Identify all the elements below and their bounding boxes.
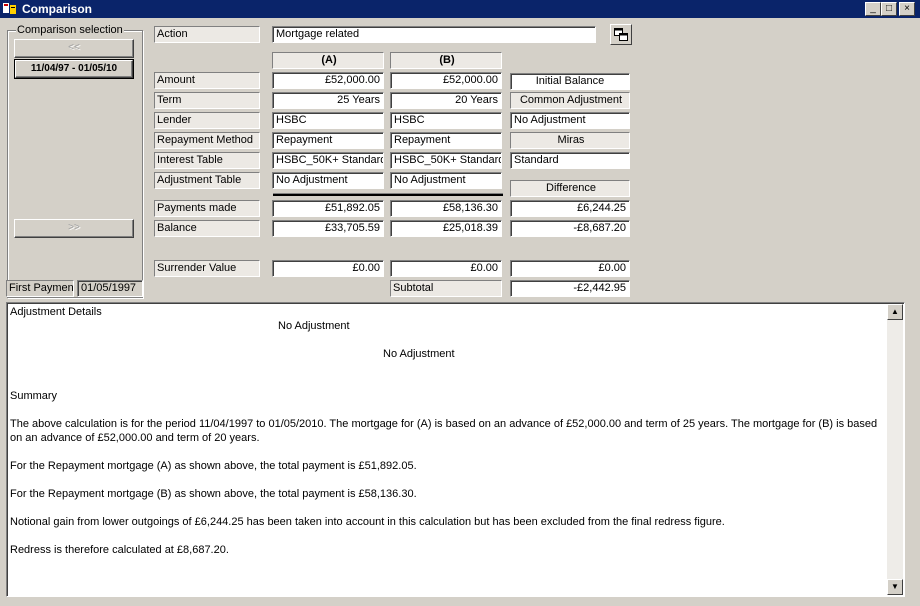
scroll-down-arrow-icon[interactable]: ▼ (887, 579, 903, 595)
initial-balance-field[interactable]: Initial Balance (510, 73, 630, 90)
memo-paragraph-period: The above calculation is for the period … (10, 418, 878, 444)
interest-table-label: Interest Table (154, 152, 260, 169)
difference-label: Difference (510, 180, 630, 197)
action-picker-button[interactable] (610, 24, 632, 45)
copy-windows-icon (614, 28, 628, 44)
memo-paragraph-redress: Redress is therefore calculated at £8,68… (10, 544, 229, 556)
balance-label: Balance (154, 220, 260, 237)
column-a-header: (A) (272, 52, 384, 69)
scroll-up-arrow-icon[interactable]: ▲ (887, 304, 903, 320)
action-field[interactable]: Mortgage related (272, 26, 596, 43)
common-adjustment-field[interactable]: No Adjustment (510, 112, 630, 129)
memo-paragraph-a: For the Repayment mortgage (A) as shown … (10, 460, 417, 472)
adjustment-table-a-field[interactable]: No Adjustment (272, 172, 384, 189)
first-payment-field: 01/05/1997 (77, 280, 143, 297)
payments-made-b-field: £58,136.30 (390, 200, 502, 217)
memo-adjustment-b: No Adjustment (383, 348, 455, 360)
amount-b-field[interactable]: £52,000.00 (390, 72, 502, 89)
subtotal-field: -£2,442.95 (510, 280, 630, 297)
minimize-button[interactable]: _ (865, 2, 881, 16)
comparison-app-icon (3, 2, 17, 15)
balance-b-field: £25,018.39 (390, 220, 502, 237)
surrender-value-b-field[interactable]: £0.00 (390, 260, 502, 277)
memo-paragraph-gain: Notional gain from lower outgoings of £6… (10, 516, 725, 528)
memo-summary-heading: Summary (10, 390, 58, 402)
term-label: Term (154, 92, 260, 109)
comparison-selection-legend: Comparison selection (16, 24, 124, 36)
window-title: Comparison (22, 2, 93, 16)
surrender-value-label: Surrender Value (154, 260, 260, 277)
interest-table-b-field[interactable]: HSBC_50K+ Standard (390, 152, 502, 169)
adjustment-table-label: Adjustment Table (154, 172, 260, 189)
payments-made-a-field: £51,892.05 (272, 200, 384, 217)
title-bar: Comparison _ □ × (0, 0, 920, 18)
repayment-method-a-field[interactable]: Repayment (272, 132, 384, 149)
maximize-button[interactable]: □ (881, 2, 897, 16)
memo-paragraph-b: For the Repayment mortgage (B) as shown … (10, 488, 417, 500)
next-period-button[interactable]: >> (14, 219, 134, 238)
payments-difference-field: £6,244.25 (510, 200, 630, 217)
lender-a-field[interactable]: HSBC (272, 112, 384, 129)
column-b-header: (B) (390, 52, 502, 69)
close-button[interactable]: × (899, 2, 915, 16)
memo-adjustment-a: No Adjustment (278, 320, 350, 332)
repayment-method-label: Repayment Method (154, 132, 260, 149)
miras-label: Miras (510, 132, 630, 149)
adjustment-table-b-field[interactable]: No Adjustment (390, 172, 502, 189)
first-payment-label: First Payment (6, 280, 74, 297)
subtotal-label: Subtotal (390, 280, 502, 297)
amount-a-field[interactable]: £52,000.00 (272, 72, 384, 89)
previous-period-button[interactable]: << (14, 39, 134, 58)
results-separator (273, 193, 503, 196)
surrender-difference-field: £0.00 (510, 260, 630, 277)
common-adjustment-label: Common Adjustment (510, 92, 630, 109)
amount-label: Amount (154, 72, 260, 89)
memo-heading: Adjustment Details (10, 306, 102, 318)
lender-label: Lender (154, 112, 260, 129)
term-a-field[interactable]: 25 Years (272, 92, 384, 109)
balance-difference-field: -£8,687.20 (510, 220, 630, 237)
interest-table-a-field[interactable]: HSBC_50K+ Standard (272, 152, 384, 169)
miras-field[interactable]: Standard (510, 152, 630, 169)
memo-vertical-scrollbar[interactable]: ▲ ▼ (887, 304, 903, 595)
payments-made-label: Payments made (154, 200, 260, 217)
repayment-method-b-field[interactable]: Repayment (390, 132, 502, 149)
lender-b-field[interactable]: HSBC (390, 112, 502, 129)
adjustment-details-memo[interactable]: Adjustment Details No Adjustment No Adju… (6, 302, 905, 597)
surrender-value-a-field[interactable]: £0.00 (272, 260, 384, 277)
balance-a-field: £33,705.59 (272, 220, 384, 237)
period-button[interactable]: 11/04/97 - 01/05/10 (14, 59, 134, 79)
term-b-field[interactable]: 20 Years (390, 92, 502, 109)
action-label: Action (154, 26, 260, 43)
